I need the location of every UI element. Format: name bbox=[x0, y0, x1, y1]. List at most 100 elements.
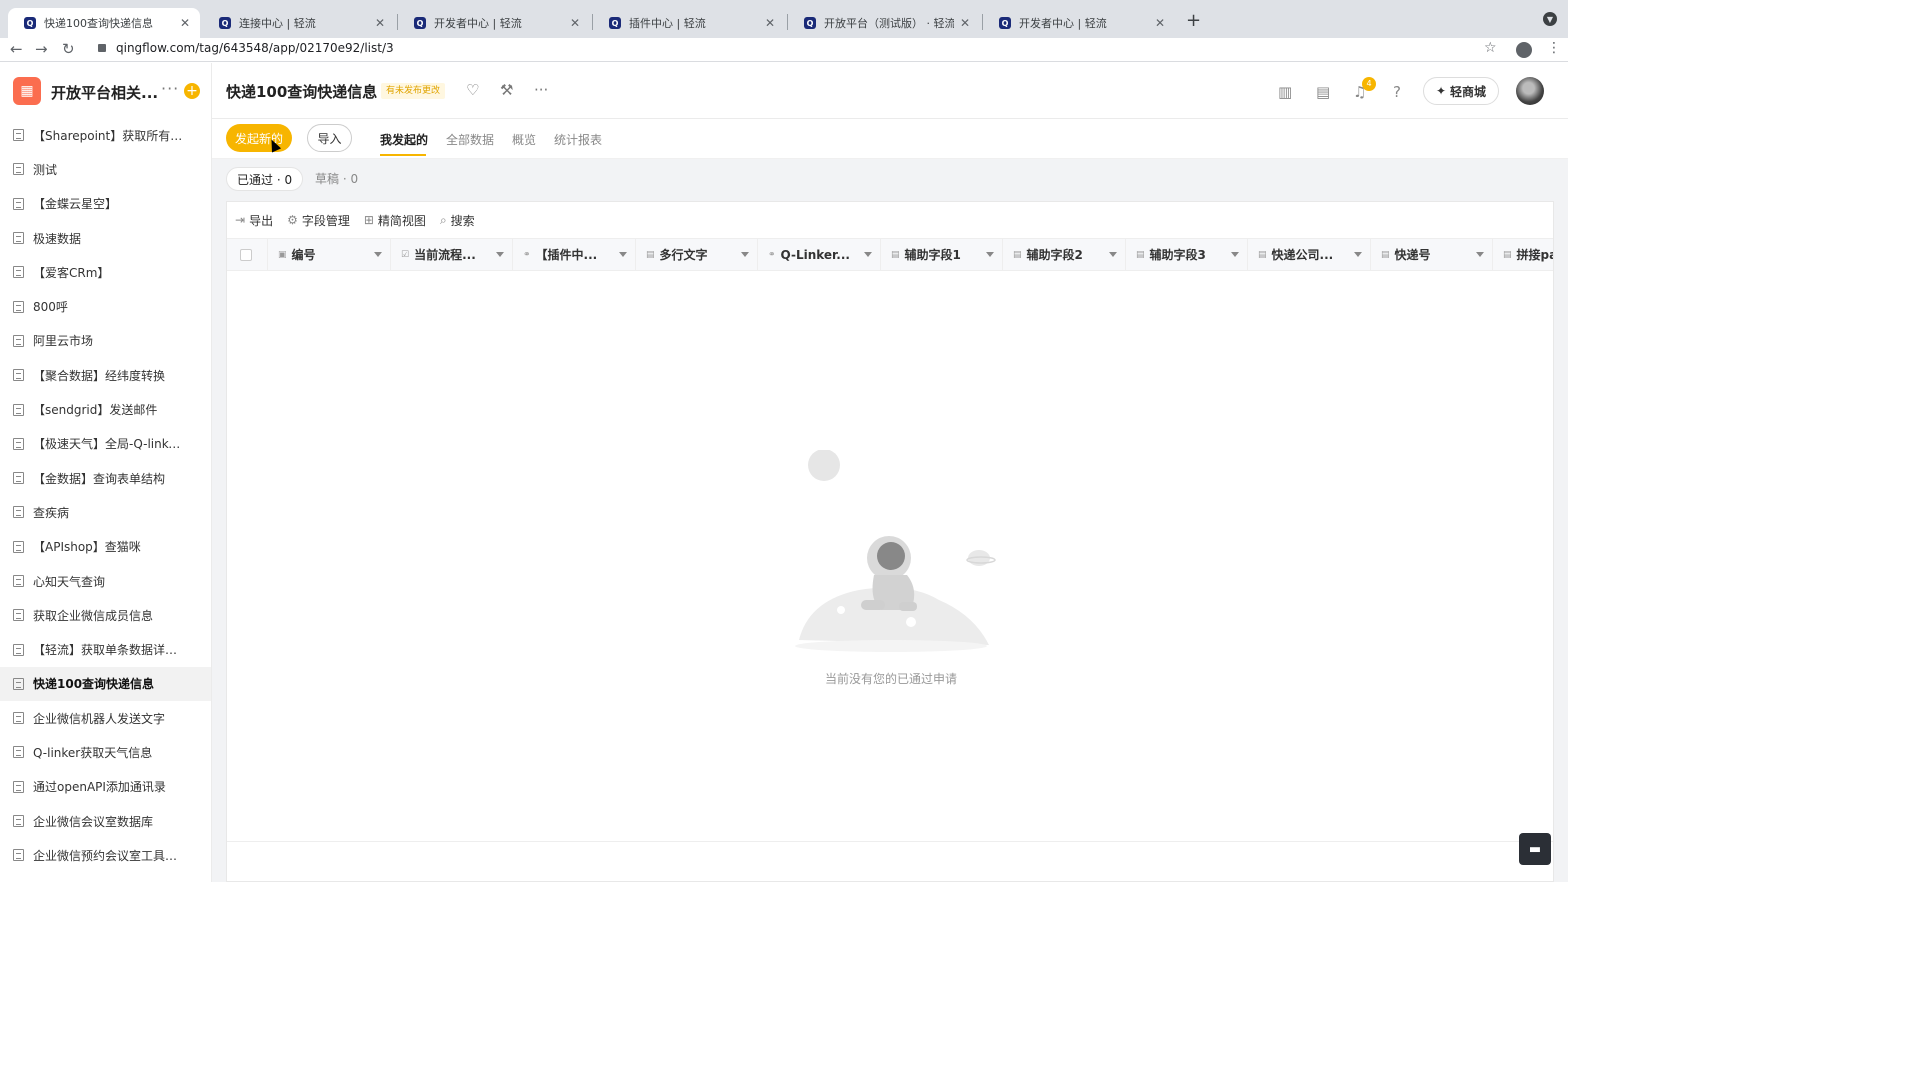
sidebar-item[interactable]: 企业微信机器人发送文字 bbox=[0, 701, 211, 735]
column-header[interactable]: ▤ 快递公司... bbox=[1247, 239, 1370, 270]
sidebar-item[interactable]: 获取企业微信成员信息 bbox=[0, 598, 211, 632]
column-dropdown-icon[interactable] bbox=[1354, 252, 1362, 257]
sidebar-item[interactable]: 【APIshop】查猫咪 bbox=[0, 530, 211, 564]
field-management-button[interactable]: ⚙ 字段管理 bbox=[287, 212, 350, 229]
column-header[interactable]: ⚭ Q-Linker... bbox=[757, 239, 880, 270]
close-tab-icon[interactable]: ✕ bbox=[180, 16, 190, 30]
more-dots-icon[interactable]: ··· bbox=[161, 79, 179, 98]
sidebar-item[interactable]: 查疾病 bbox=[0, 495, 211, 529]
start-new-button[interactable]: 发起新的 bbox=[226, 124, 292, 152]
sidebar-item[interactable]: 心知天气查询 bbox=[0, 564, 211, 598]
wrench-icon[interactable]: ⚒ bbox=[500, 81, 513, 99]
sidebar-item-active[interactable]: 快递100查询快递信息 bbox=[0, 666, 211, 702]
tab-all-data[interactable]: 全部数据 bbox=[446, 131, 494, 148]
tab-my-submissions[interactable]: 我发起的 bbox=[380, 131, 428, 148]
column-header[interactable]: ▤ 拼接par bbox=[1492, 239, 1553, 270]
app-name[interactable]: 开放平台相关... bbox=[51, 82, 158, 103]
back-arrow-icon[interactable]: ← bbox=[10, 40, 23, 58]
column-dropdown-icon[interactable] bbox=[1476, 252, 1484, 257]
url-field[interactable]: qingflow.com/tag/643548/app/02170e92/lis… bbox=[116, 41, 394, 55]
column-header[interactable]: ☑ 当前流程... bbox=[390, 239, 512, 270]
import-button[interactable]: 导入 bbox=[307, 124, 352, 152]
column-dropdown-icon[interactable] bbox=[619, 252, 627, 257]
form-doc-icon bbox=[13, 334, 24, 347]
column-header[interactable]: ▤ 辅助字段1 bbox=[880, 239, 1002, 270]
column-dropdown-icon[interactable] bbox=[1109, 252, 1117, 257]
sidebar-item[interactable]: 【金数据】查询表单结构 bbox=[0, 461, 211, 495]
forward-arrow-icon[interactable]: → bbox=[35, 40, 48, 58]
export-label: 导出 bbox=[249, 213, 274, 228]
browser-tab-1[interactable]: Q 连接中心 | 轻流 ✕ bbox=[203, 8, 395, 38]
column-header[interactable]: ⚭ 【插件中... bbox=[512, 239, 635, 270]
tab-title: 插件中心 | 轻流 bbox=[629, 17, 706, 30]
browser-menu-icon[interactable]: ⋮ bbox=[1547, 40, 1561, 56]
new-tab-plus-icon[interactable]: + bbox=[1186, 10, 1201, 31]
column-header[interactable]: ▤ 快递号 bbox=[1370, 239, 1492, 270]
sidebar-item[interactable]: 企业微信会议室数据库 bbox=[0, 804, 211, 838]
browser-tab-3[interactable]: Q 插件中心 | 轻流 ✕ bbox=[593, 8, 785, 38]
sidebar-item[interactable]: 【聚合数据】经纬度转换 bbox=[0, 358, 211, 392]
sidebar-item[interactable]: 【极速天气】全局-Q-linker... bbox=[0, 427, 211, 461]
form-doc-icon bbox=[13, 300, 24, 313]
sidebar-item[interactable]: 阿里云市场 bbox=[0, 324, 211, 358]
compact-view-button[interactable]: ⊞ 精简视图 bbox=[364, 212, 426, 229]
unpublished-badge[interactable]: 有未发布更改 bbox=[381, 83, 446, 99]
lock-icon[interactable] bbox=[98, 44, 106, 52]
export-button[interactable]: ⇥ 导出 bbox=[235, 212, 273, 229]
organization-icon[interactable]: ▥ bbox=[1278, 83, 1292, 101]
column-header[interactable]: ▤ 辅助字段3 bbox=[1125, 239, 1247, 270]
reload-icon[interactable]: ↻ bbox=[62, 40, 75, 58]
column-dropdown-icon[interactable] bbox=[864, 252, 872, 257]
column-dropdown-icon[interactable] bbox=[741, 252, 749, 257]
filter-approved[interactable]: 已通过 · 0 bbox=[226, 167, 304, 191]
avatar[interactable] bbox=[1516, 77, 1544, 105]
app-building-icon[interactable]: ▦ bbox=[13, 77, 41, 105]
add-plus-icon[interactable]: + bbox=[184, 83, 200, 99]
sidebar-item[interactable]: 【Sharepoint】获取所有列... bbox=[0, 118, 211, 152]
close-tab-icon[interactable]: ✕ bbox=[1155, 16, 1165, 30]
column-dropdown-icon[interactable] bbox=[1231, 252, 1239, 257]
column-dropdown-icon[interactable] bbox=[496, 252, 504, 257]
filter-draft[interactable]: 草稿 · 0 bbox=[305, 167, 368, 191]
tab-search-chevron-icon[interactable]: ▼ bbox=[1543, 12, 1557, 26]
close-tab-icon[interactable]: ✕ bbox=[375, 16, 385, 30]
column-header[interactable]: ▤ 多行文字 bbox=[635, 239, 757, 270]
help-question-icon[interactable]: ? bbox=[1393, 83, 1401, 101]
column-dropdown-icon[interactable] bbox=[986, 252, 994, 257]
more-dots-icon[interactable]: ··· bbox=[534, 81, 548, 99]
sidebar-item[interactable]: 企业微信预约会议室工具de... bbox=[0, 838, 211, 872]
close-tab-icon[interactable]: ✕ bbox=[765, 16, 775, 30]
search-button[interactable]: ⌕ 搜索 bbox=[440, 212, 475, 229]
bookmark-star-icon[interactable]: ☆ bbox=[1484, 40, 1497, 56]
chat-support-icon[interactable]: ▬ bbox=[1519, 833, 1551, 865]
column-header[interactable]: ▤ 辅助字段2 bbox=[1002, 239, 1125, 270]
sidebar-item[interactable]: 800呼 bbox=[0, 289, 211, 323]
sidebar-item[interactable]: 【金蝶云星空】 bbox=[0, 187, 211, 221]
contacts-book-icon[interactable]: ▤ bbox=[1316, 83, 1330, 101]
heart-icon[interactable]: ♡ bbox=[466, 81, 479, 99]
select-all-checkbox[interactable] bbox=[240, 249, 252, 261]
profile-icon[interactable] bbox=[1516, 42, 1532, 58]
tab-overview[interactable]: 概览 bbox=[512, 131, 536, 148]
browser-tab-0[interactable]: Q 快递100查询快递信息 ✕ bbox=[8, 8, 200, 38]
sidebar-item[interactable]: 【sendgrid】发送邮件 bbox=[0, 392, 211, 426]
sidebar-item[interactable]: 【轻流】获取单条数据详细... bbox=[0, 632, 211, 666]
close-tab-icon[interactable]: ✕ bbox=[960, 16, 970, 30]
browser-tab-2[interactable]: Q 开发者中心 | 轻流 ✕ bbox=[398, 8, 590, 38]
browser-tab-5[interactable]: Q 开发者中心 | 轻流 ✕ bbox=[983, 8, 1175, 38]
close-tab-icon[interactable]: ✕ bbox=[570, 16, 580, 30]
form-doc-icon bbox=[13, 540, 24, 553]
text-field-icon: ▤ bbox=[1013, 249, 1022, 260]
sidebar-item[interactable]: 极速数据 bbox=[0, 221, 211, 255]
mall-button[interactable]: ✦ 轻商城 bbox=[1423, 77, 1499, 105]
sidebar-item[interactable]: Q-linker获取天气信息 bbox=[0, 735, 211, 769]
tab-reports[interactable]: 统计报表 bbox=[554, 131, 602, 148]
column-header[interactable]: ▣ 编号 bbox=[267, 239, 390, 270]
number-field-icon: ▣ bbox=[278, 249, 287, 260]
form-doc-icon bbox=[13, 129, 24, 142]
column-dropdown-icon[interactable] bbox=[374, 252, 382, 257]
sidebar-item[interactable]: 通过openAPI添加通讯录 bbox=[0, 770, 211, 804]
sidebar-item[interactable]: 【爱客CRm】 bbox=[0, 255, 211, 289]
sidebar-item[interactable]: 测试 bbox=[0, 152, 211, 186]
browser-tab-4[interactable]: Q 开放平台（测试版） · 轻流 ✕ bbox=[788, 8, 980, 38]
